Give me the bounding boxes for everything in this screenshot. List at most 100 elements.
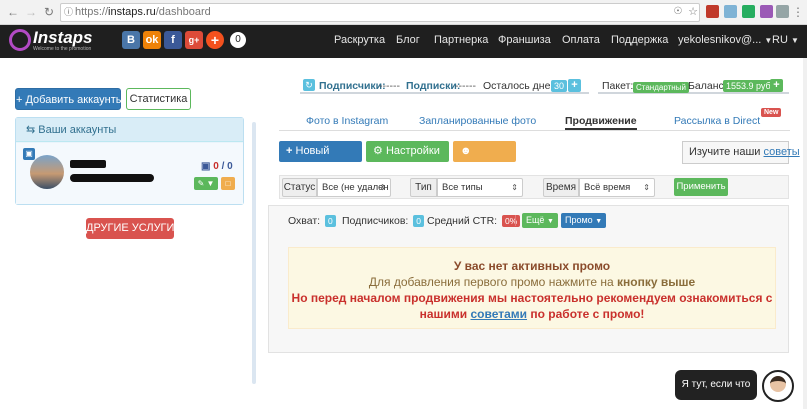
reach-stat: Охват: 0 [288, 215, 336, 227]
notice-line-4-suffix: по работе с промо! [530, 307, 645, 321]
caret-down-icon: ▼ [595, 218, 603, 225]
promo-dropdown[interactable]: Промо ▼ [561, 213, 607, 228]
ok-share-icon[interactable]: ok [143, 31, 161, 49]
brand-tagline: Welcome to the promotion [33, 46, 92, 52]
top-up-balance-button[interactable]: + [770, 79, 783, 92]
language-label: RU [772, 34, 788, 46]
address-bar[interactable]: ⓘ https://instaps.ru/dashboard [60, 3, 700, 22]
extension-icon[interactable] [706, 5, 719, 18]
gear-icon: ⚙ [373, 145, 383, 157]
tips-prefix: Изучите наши [689, 146, 761, 158]
photo-icon: ▣ [23, 148, 35, 160]
tab-instagram-photos[interactable]: Фото в Instagram [306, 115, 388, 127]
account-avatar[interactable] [30, 155, 64, 189]
share-count: 0 [230, 32, 246, 48]
logo-icon [9, 29, 31, 51]
user-email: yekolesnikov@... [678, 34, 762, 46]
no-promo-notice: У вас нет активных промо Для добавления … [288, 247, 776, 329]
time-filter-value: Всё время [584, 182, 631, 193]
followers-label: Подписчиков: [342, 215, 409, 227]
extension-icon[interactable] [742, 5, 755, 18]
caret-down-icon: ▼ [206, 179, 215, 188]
statistics-button[interactable]: Статистика [126, 88, 191, 110]
back-icon[interactable]: ← [6, 5, 20, 19]
facebook-count: ▣ 0 / 0 [201, 161, 233, 172]
ctr-stat: Средний CTR: 0% [427, 215, 521, 227]
package-value: Стандартный [633, 82, 689, 93]
language-menu[interactable]: RU ▼ [772, 34, 799, 46]
other-services-button[interactable]: ДРУГИЕ УСЛУГИ [86, 218, 174, 239]
notice-line-2-prefix: Для добавления первого промо нажмите на [368, 275, 614, 289]
extension-icon[interactable] [724, 5, 737, 18]
time-filter-label: Время [543, 178, 579, 197]
reach-value: 0 [325, 215, 336, 227]
type-filter-value: Все типы [442, 182, 483, 193]
more-dropdown[interactable]: Ещё ▼ [522, 213, 558, 228]
tab-scheduled-photos[interactable]: Запланированные фото [419, 115, 536, 127]
followers-value: 0 [413, 215, 425, 227]
nav-item-blog[interactable]: Блог [396, 34, 420, 46]
menu-icon[interactable]: ⋮ [791, 5, 805, 19]
apply-filters-button[interactable]: Применить [674, 178, 728, 196]
select-arrow-icon: ⇕ [511, 183, 518, 192]
notice-line-2: Для добавления первого промо нажмите на … [289, 275, 775, 289]
package-label: Пакет: [602, 80, 634, 92]
subscriptions-value: ------ [455, 80, 476, 92]
add-days-button[interactable]: + [568, 79, 581, 92]
url-host: instaps.ru [108, 6, 156, 18]
pin-icon[interactable]: ☉ [671, 5, 685, 19]
extension-icon[interactable] [776, 5, 789, 18]
days-left-label: Осталось дней: [483, 80, 560, 92]
brand-name[interactable]: Instaps [33, 28, 93, 48]
google-plus-share-icon[interactable]: g+ [185, 31, 203, 49]
reload-icon[interactable]: ↻ [42, 5, 56, 19]
nav-item-support[interactable]: Поддержка [611, 34, 668, 46]
facebook-share-icon[interactable]: f [164, 31, 182, 49]
edit-account-button[interactable]: ✎ ▼ [194, 177, 218, 190]
ctr-value: 0% [502, 215, 521, 227]
unsubscribe-button[interactable]: ☻ Отписка [453, 141, 516, 178]
notice-line-4: нашими советами по работе с промо! [289, 307, 775, 321]
time-filter-select[interactable]: Всё время ⇕ [579, 178, 655, 197]
page-scrollbar[interactable] [803, 58, 807, 409]
new-promo-button[interactable]: + Новый промо [279, 141, 362, 178]
tab-promotion[interactable]: Продвижение [565, 115, 637, 130]
select-arrow-icon: ⇕ [379, 183, 386, 192]
share-plus-icon[interactable]: + [206, 31, 224, 49]
left-scrollbar[interactable] [252, 122, 256, 384]
tab-direct-mailing[interactable]: Рассылка в Direct [674, 115, 760, 127]
nav-item-payment[interactable]: Оплата [562, 34, 600, 46]
new-badge: New [761, 108, 782, 117]
tabs-divider [279, 130, 790, 131]
status-filter-select[interactable]: Все (не удален ⇕ [317, 178, 391, 197]
plus-icon: + [286, 145, 293, 157]
new-promo-label: Новый промо [286, 145, 330, 178]
url-scheme: https:// [75, 6, 109, 18]
support-agent-icon [770, 376, 786, 392]
settings-button[interactable]: ⚙ Настройки ⌄ [366, 141, 449, 177]
nav-item-franchise[interactable]: Франшиза [498, 34, 551, 46]
type-filter-label: Тип [410, 178, 437, 197]
facebook-icon: ▣ [201, 161, 211, 172]
days-left-badge: 30 [551, 80, 568, 92]
stats-divider [515, 215, 516, 226]
tips-link[interactable]: советы [764, 146, 800, 158]
vk-share-icon[interactable]: B [122, 31, 140, 49]
star-icon[interactable]: ☆ [686, 5, 700, 19]
refresh-icon[interactable]: ↻ [303, 79, 315, 91]
user-menu[interactable]: yekolesnikov@... ▼ [678, 34, 772, 46]
nav-item-partners[interactable]: Партнерка [434, 34, 488, 46]
nav-item-promotion[interactable]: Раскрутка [334, 34, 385, 46]
tips-box: Изучите наши советы [682, 141, 800, 164]
chat-bubble[interactable]: Я тут, если что [675, 370, 757, 400]
account-handle-redacted [70, 174, 154, 182]
balance-value: 1553.9 руб [723, 80, 774, 92]
forward-icon[interactable]: → [24, 5, 38, 19]
delete-account-button[interactable]: □ [221, 177, 235, 190]
reach-label: Охват: [288, 215, 321, 227]
extension-icon[interactable] [760, 5, 773, 18]
type-filter-select[interactable]: Все типы ⇕ [437, 178, 523, 197]
add-accounts-button[interactable]: + Добавить аккаунты [15, 88, 124, 110]
tips-link-2[interactable]: советами [470, 307, 527, 321]
user-minus-icon: ☻ [460, 145, 472, 157]
